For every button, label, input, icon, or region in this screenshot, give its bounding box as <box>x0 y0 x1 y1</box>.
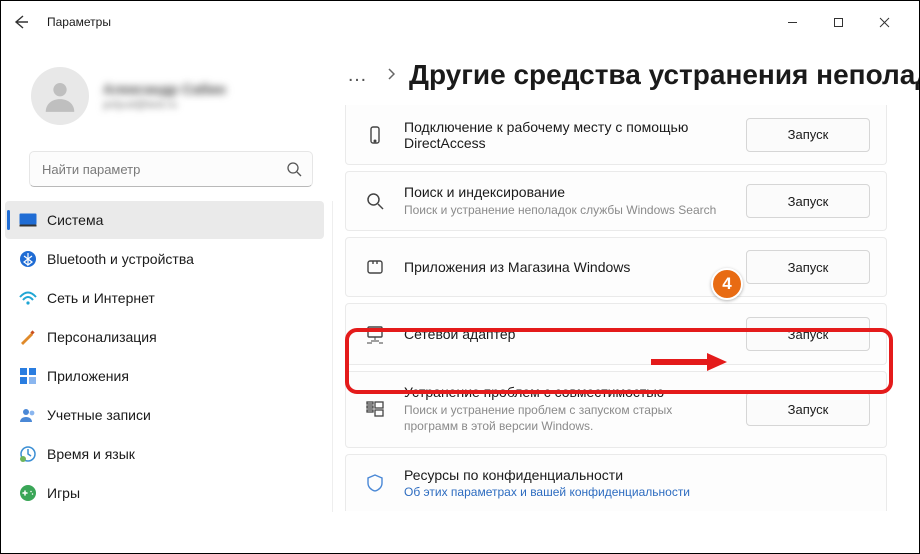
privacy-resources: Ресурсы по конфиденциальности Об этих па… <box>345 454 887 511</box>
user-name: Александр Сабин <box>103 81 226 97</box>
troubleshooter-store: Приложения из Магазина Windows Запуск <box>345 237 887 297</box>
sidebar-item-label: Учетные записи <box>47 407 151 423</box>
shield-icon <box>364 472 386 494</box>
chevron-right-icon <box>387 68 395 83</box>
troubleshooter-title: Устранение проблем с совместимостью <box>404 384 728 400</box>
user-block[interactable]: Александр Сабин polyud@test.ru <box>1 43 333 147</box>
close-button[interactable] <box>861 7 907 37</box>
main-content: … Другие средства устранения неполадок П… <box>341 59 919 553</box>
troubleshooter-title: Приложения из Магазина Windows <box>404 259 728 275</box>
run-button[interactable]: Запуск <box>746 184 870 218</box>
sidebar-item-label: Персонализация <box>47 329 157 345</box>
store-icon <box>364 256 386 278</box>
sidebar-item-label: Сеть и Интернет <box>47 290 155 306</box>
phone-icon <box>364 124 386 146</box>
compat-icon <box>364 398 386 420</box>
troubleshooter-title: Поиск и индексирование <box>404 184 728 200</box>
run-button[interactable]: Запуск <box>746 118 870 152</box>
breadcrumb-more[interactable]: … <box>343 64 373 87</box>
sidebar-item-bluetooth[interactable]: Bluetooth и устройства <box>5 240 324 278</box>
page-title: Другие средства устранения неполадок <box>409 59 919 91</box>
sidebar-item-label: Игры <box>47 485 80 501</box>
sidebar-item-label: Система <box>47 212 103 228</box>
troubleshooter-subtitle: Поиск и устранение проблем с запуском ст… <box>404 402 728 434</box>
bluetooth-icon <box>19 250 37 268</box>
sidebar-item-label: Bluetooth и устройства <box>47 251 194 267</box>
minimize-button[interactable] <box>769 7 815 37</box>
search-icon <box>364 190 386 212</box>
sidebar-item-label: Приложения <box>47 368 129 384</box>
timelang-icon <box>19 445 37 463</box>
search-box[interactable] <box>29 151 313 187</box>
troubleshooter-subtitle: Поиск и устранение неполадок службы Wind… <box>404 202 728 218</box>
back-button[interactable] <box>13 14 29 30</box>
search-input[interactable] <box>42 162 286 177</box>
user-email: polyud@test.ru <box>103 99 226 111</box>
privacy-title: Ресурсы по конфиденциальности <box>404 467 870 483</box>
accounts-icon <box>19 406 37 424</box>
search-icon <box>286 161 302 177</box>
monitor-network-icon <box>364 323 386 345</box>
troubleshooter-netadapter: Сетевой адаптер Запуск <box>345 303 887 365</box>
network-icon <box>19 289 37 307</box>
sidebar-item-system[interactable]: Система <box>5 201 324 239</box>
troubleshooter-title: Сетевой адаптер <box>404 326 728 342</box>
sidebar-item-apps[interactable]: Приложения <box>5 357 324 395</box>
nav-list: Система Bluetooth и устройства Сеть и Ин… <box>1 201 333 512</box>
avatar <box>31 67 89 125</box>
sidebar-item-personalization[interactable]: Персонализация <box>5 318 324 356</box>
privacy-link[interactable]: Об этих параметрах и вашей конфиденциаль… <box>404 485 870 499</box>
games-icon <box>19 484 37 502</box>
troubleshooter-compat: Устранение проблем с совместимостью Поис… <box>345 371 887 447</box>
sidebar-item-timelang[interactable]: Время и язык <box>5 435 324 473</box>
troubleshooter-title: Подключение к рабочему месту с помощью D… <box>404 119 728 151</box>
troubleshooter-search: Поиск и индексирование Поиск и устранени… <box>345 171 887 231</box>
personalization-icon <box>19 328 37 346</box>
sidebar: Александр Сабин polyud@test.ru Система B… <box>1 43 333 513</box>
sidebar-item-label: Время и язык <box>47 446 135 462</box>
maximize-button[interactable] <box>815 7 861 37</box>
sidebar-item-accounts[interactable]: Учетные записи <box>5 396 324 434</box>
sidebar-item-games[interactable]: Игры <box>5 474 324 512</box>
window-title: Параметры <box>47 15 111 29</box>
apps-icon <box>19 367 37 385</box>
troubleshooter-directaccess: Подключение к рабочему месту с помощью D… <box>345 105 887 165</box>
run-button[interactable]: Запуск <box>746 317 870 351</box>
run-button[interactable]: Запуск <box>746 250 870 284</box>
sidebar-item-network[interactable]: Сеть и Интернет <box>5 279 324 317</box>
system-icon <box>19 211 37 229</box>
run-button[interactable]: Запуск <box>746 392 870 426</box>
